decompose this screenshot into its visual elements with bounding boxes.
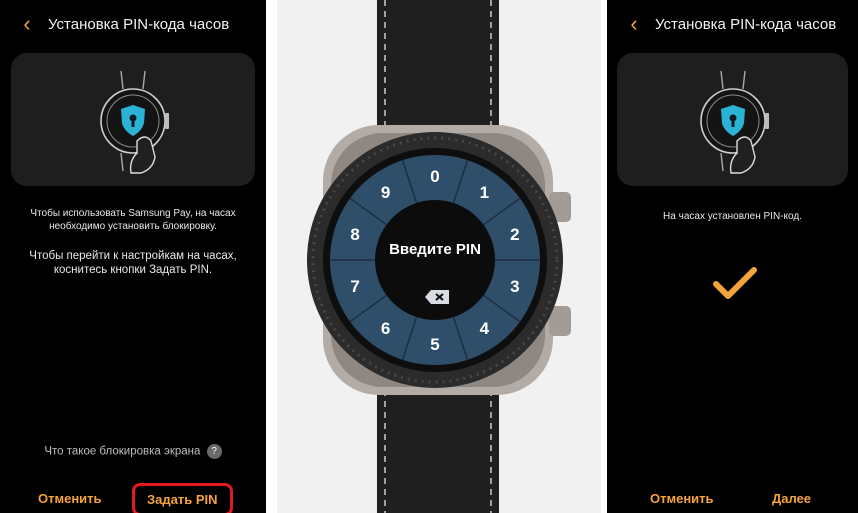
- watch-lock-illustration: [11, 53, 255, 186]
- next-button[interactable]: Далее: [772, 491, 811, 506]
- keypad-digit-8[interactable]: 8: [350, 225, 359, 244]
- watch-photo: 0 1 2 3 4 5 6 7 8 9 Введите PIN: [277, 0, 601, 513]
- cancel-button[interactable]: Отменить: [38, 491, 102, 506]
- divider: [266, 0, 272, 513]
- keypad-digit-9[interactable]: 9: [381, 183, 390, 202]
- back-arrow-icon[interactable]: ‹: [12, 13, 42, 35]
- back-arrow-icon[interactable]: ‹: [619, 13, 649, 35]
- page-title: Установка PIN-кода часов: [655, 15, 837, 33]
- info-message-instructions: Чтобы перейти к настройкам на часах, кос…: [29, 250, 237, 276]
- checkmark-icon: [713, 267, 757, 299]
- page-title: Установка PIN-кода часов: [48, 15, 230, 33]
- keypad-digit-0[interactable]: 0: [430, 167, 439, 186]
- keypad-digit-1[interactable]: 1: [480, 183, 489, 202]
- help-link-text[interactable]: Что такое блокировка экрана: [44, 446, 200, 458]
- keypad-digit-2[interactable]: 2: [510, 225, 519, 244]
- pin-set-message: На часах установлен PIN-код.: [663, 211, 802, 222]
- keypad-digit-7[interactable]: 7: [350, 277, 359, 296]
- keypad-digit-3[interactable]: 3: [510, 277, 519, 296]
- phone-screen-setup: ‹ Установка PIN-кода часов Чтобы использ…: [0, 0, 266, 513]
- phone-screen-done: ‹ Установка PIN-кода часов На часах уста…: [607, 0, 858, 513]
- help-link[interactable]: Что такое блокировка экрана ?: [0, 444, 266, 459]
- app-bar: ‹ Установка PIN-кода часов: [0, 0, 266, 48]
- enter-pin-prompt: Введите PIN: [389, 241, 481, 258]
- app-bar: ‹ Установка PIN-кода часов: [607, 0, 858, 48]
- watch-image: 0 1 2 3 4 5 6 7 8 9 Введите PIN: [307, 0, 571, 513]
- info-message-samsung-pay: Чтобы использовать Samsung Pay, на часах…: [30, 208, 236, 232]
- keypad-digit-5[interactable]: 5: [430, 335, 439, 354]
- watch-shield-icon: [699, 70, 769, 174]
- question-icon[interactable]: ?: [206, 444, 222, 459]
- keypad-digit-4[interactable]: 4: [480, 319, 490, 338]
- watch-shield-icon: [100, 70, 169, 174]
- set-pin-button[interactable]: Задать PIN: [132, 483, 233, 513]
- keypad-digit-6[interactable]: 6: [381, 319, 390, 338]
- watch-lock-illustration: [617, 53, 848, 186]
- cancel-button[interactable]: Отменить: [650, 491, 714, 506]
